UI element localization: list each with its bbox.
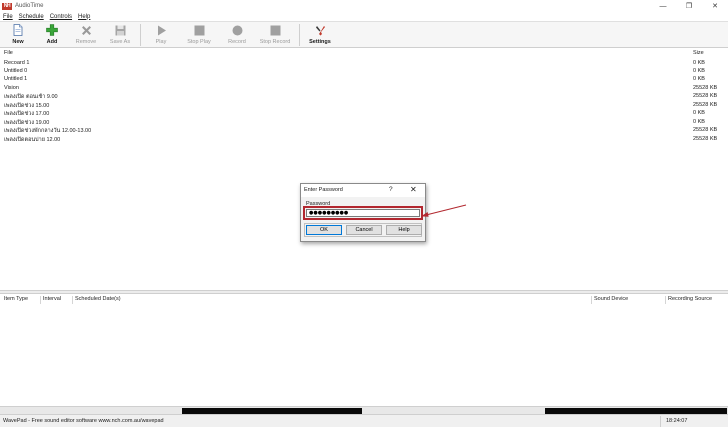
file-row[interactable]: เพลงเปิดช่วงพักกลางวัน 12.00-13.00 25528… — [0, 127, 728, 135]
play-button[interactable]: Play — [147, 22, 175, 45]
cancel-button[interactable]: Cancel — [346, 225, 382, 235]
new-button[interactable]: New — [4, 22, 32, 45]
horizontal-scrollbar[interactable] — [0, 406, 728, 414]
interval-column-header[interactable]: Interval — [43, 296, 61, 302]
remove-button[interactable]: Remove — [72, 22, 100, 45]
size-column-header[interactable]: Size — [693, 50, 704, 56]
status-clock: 18:24:07 — [666, 418, 688, 424]
add-plus-icon — [46, 24, 58, 36]
schedule-list: Item Type Interval Scheduled Date(s) Sou… — [0, 294, 728, 406]
toolbar-separator — [140, 24, 141, 46]
file-row[interactable]: เพลงเปิดช่วง 19.00 0 KB — [0, 119, 728, 127]
recording-source-column-header[interactable]: Recording Source — [668, 296, 712, 302]
menu-help[interactable]: Help — [78, 14, 90, 20]
column-divider[interactable] — [665, 296, 666, 304]
title-bar: NH AudioTime — ❐ ✕ — [0, 0, 728, 12]
settings-tools-icon — [314, 24, 326, 36]
help-button[interactable]: Help — [386, 225, 422, 235]
app-logo: NH — [2, 2, 12, 10]
close-window-button[interactable]: ✕ — [702, 0, 728, 12]
item-type-column-header[interactable]: Item Type — [4, 296, 28, 302]
column-divider[interactable] — [40, 296, 41, 304]
file-column-header[interactable]: File — [4, 50, 13, 56]
record-icon — [231, 24, 243, 36]
file-list-header: File Size — [0, 50, 728, 58]
menu-schedule[interactable]: Schedule — [19, 14, 44, 20]
window-title: AudioTime — [15, 3, 44, 9]
toolbar-separator — [299, 24, 300, 46]
file-row[interactable]: Untitled 1 0 KB — [0, 76, 728, 84]
stop-play-button[interactable]: Stop Play — [181, 22, 217, 45]
annotation-arrow-icon — [421, 204, 467, 217]
close-icon[interactable]: ✕ — [410, 185, 417, 194]
help-question-icon[interactable]: ? — [389, 186, 393, 193]
sound-device-column-header[interactable]: Sound Device — [594, 296, 628, 302]
schedule-list-header: Item Type Interval Scheduled Date(s) Sou… — [0, 296, 728, 304]
file-row[interactable]: Recoard 1 0 KB — [0, 60, 728, 68]
menu-controls[interactable]: Controls — [50, 14, 72, 20]
column-divider[interactable] — [72, 296, 73, 304]
file-list: File Size Recoard 1 0 KB Untitled 0 0 KB… — [0, 48, 728, 290]
maximize-button[interactable]: ❐ — [676, 0, 702, 12]
record-button[interactable]: Record — [223, 22, 251, 45]
menu-file[interactable]: File — [3, 14, 13, 20]
menu-bar: File Schedule Controls Help — [0, 12, 728, 21]
file-row[interactable]: Untitled 0 0 KB — [0, 68, 728, 76]
dialog-title-bar: Enter Password ? ✕ — [301, 184, 425, 197]
play-icon — [155, 24, 167, 36]
file-row[interactable]: เพลงเปิด ตอนเช้า 9.00 25528 KB — [0, 93, 728, 101]
file-row[interactable]: เพลงเปิดช่วง 15.00 25528 KB — [0, 102, 728, 110]
add-button[interactable]: Add — [38, 22, 66, 45]
file-row[interactable]: เพลงเปิดช่วง 17.00 0 KB — [0, 110, 728, 118]
stop-icon — [193, 24, 205, 36]
file-row[interactable]: Vision 25528 KB — [0, 85, 728, 93]
dialog-title: Enter Password — [304, 187, 343, 193]
status-bar: WavePad - Free sound editor software www… — [0, 414, 728, 427]
status-message: WavePad - Free sound editor software www… — [3, 418, 164, 424]
new-file-icon — [12, 24, 24, 36]
minimize-button[interactable]: — — [650, 0, 676, 12]
save-disk-icon — [114, 24, 126, 36]
scheduled-dates-column-header[interactable]: Scheduled Date(s) — [75, 296, 121, 302]
save-as-button[interactable]: Save As — [106, 22, 134, 45]
status-divider — [660, 416, 661, 427]
stop-record-button[interactable]: Stop Record — [257, 22, 293, 45]
column-divider[interactable] — [591, 296, 592, 304]
remove-x-icon — [80, 24, 92, 36]
window-controls: — ❐ ✕ — [650, 0, 728, 12]
stop-record-icon — [269, 24, 281, 36]
file-row[interactable]: เพลงเปิดตอนบ่าย 12.00 25528 KB — [0, 136, 728, 144]
settings-button[interactable]: Settings — [306, 22, 334, 45]
ok-button[interactable]: OK — [306, 225, 342, 235]
highlight-annotation-box — [303, 206, 423, 220]
toolbar: New Add Remove Save As Play Stop Play Re… — [0, 21, 728, 48]
